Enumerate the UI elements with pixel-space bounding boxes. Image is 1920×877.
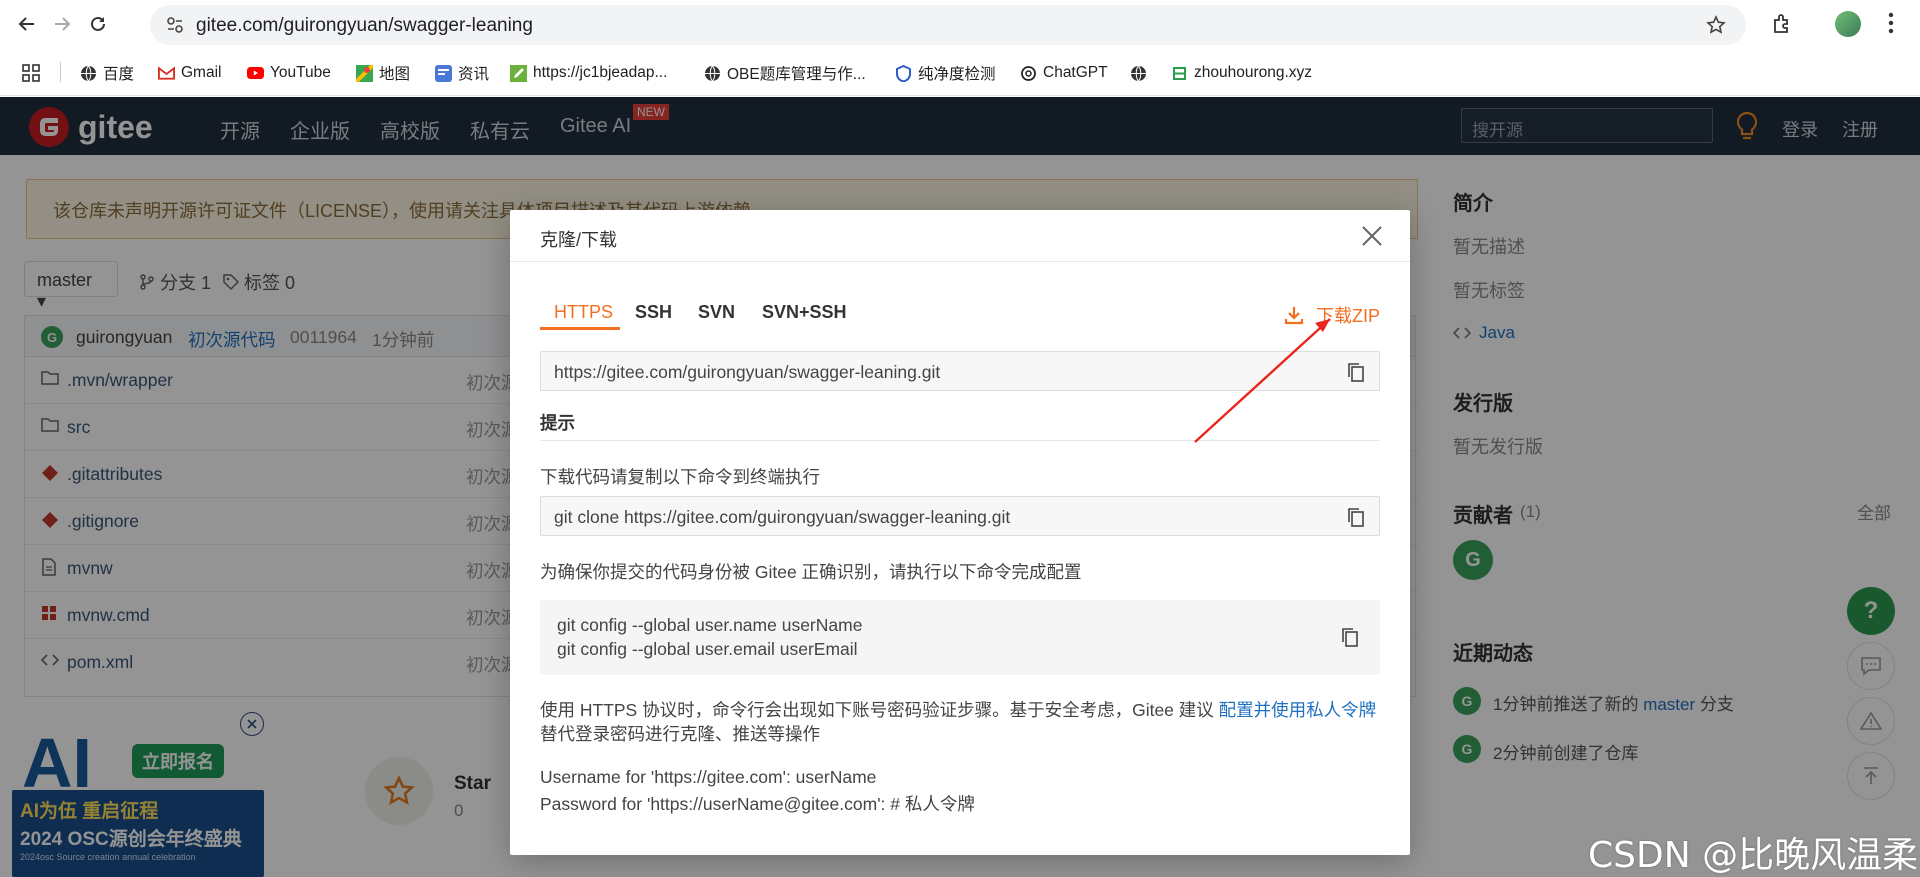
clone-hint: 下载代码请复制以下命令到终端执行 bbox=[540, 467, 820, 487]
config-hint: 为确保你提交的代码身份被 Gitee 正确识别，请执行以下命令完成配置 bbox=[540, 562, 1082, 582]
globe-icon bbox=[704, 65, 721, 82]
tab-https[interactable]: HTTPS bbox=[554, 302, 613, 323]
browser-toolbar: gitee.com/guirongyuan/swagger-leaning bbox=[0, 0, 1920, 48]
maps-icon bbox=[356, 64, 373, 82]
globe-icon bbox=[80, 65, 97, 82]
forward-button[interactable] bbox=[50, 12, 74, 36]
tab-svn[interactable]: SVN bbox=[698, 302, 735, 323]
bookmark-chatgpt[interactable]: ChatGPT bbox=[1020, 62, 1108, 84]
https-note-cont: 替代登录密码进行克隆、推送等操作 bbox=[540, 724, 820, 744]
personal-token-link[interactable]: 配置并使用私人令牌 bbox=[1219, 700, 1377, 720]
site-info-icon[interactable] bbox=[166, 16, 184, 34]
bookmark-zhouhourong[interactable]: zhouhourong.xyz bbox=[1171, 62, 1312, 84]
copy-icon[interactable] bbox=[1346, 506, 1368, 528]
active-tab-indicator bbox=[540, 327, 620, 330]
bookmark-baidu[interactable]: 百度 bbox=[80, 62, 134, 84]
profile-avatar[interactable] bbox=[1835, 11, 1861, 37]
bookmark-purity-check[interactable]: 纯净度检测 bbox=[895, 62, 996, 84]
site-icon bbox=[1171, 65, 1188, 82]
bookmarks-bar: 百度 Gmail YouTube 地图 资讯 https://jc1bjeada… bbox=[0, 48, 1920, 96]
bookmark-news[interactable]: 资讯 bbox=[435, 62, 489, 84]
edit-icon bbox=[510, 64, 527, 82]
bookmark-globe[interactable] bbox=[1130, 62, 1153, 84]
news-icon bbox=[435, 64, 452, 82]
close-icon[interactable] bbox=[1358, 222, 1386, 250]
annotation-arrow-icon bbox=[1194, 318, 1331, 443]
modal-header: 克隆/下载 bbox=[510, 210, 1410, 262]
bookmarks-divider bbox=[60, 62, 61, 82]
tab-ssh[interactable]: SSH bbox=[635, 302, 672, 323]
extensions-icon[interactable] bbox=[1771, 12, 1793, 34]
globe-icon bbox=[1130, 65, 1147, 82]
gitee-page: gitee 开源 企业版 高校版 私有云 Gitee AI NEW 搜开源 登录… bbox=[0, 97, 1920, 877]
url-text: gitee.com/guirongyuan/swagger-leaning bbox=[196, 15, 533, 36]
copy-icon[interactable] bbox=[1346, 361, 1368, 383]
gmail-icon bbox=[158, 65, 175, 82]
username-line: Username for 'https://gitee.com': userNa… bbox=[540, 767, 877, 787]
clone-command-field[interactable]: git clone https://gitee.com/guirongyuan/… bbox=[540, 496, 1380, 536]
csdn-watermark: CSDN @比晚风温柔 bbox=[1588, 835, 1919, 876]
bookmark-gmail[interactable]: Gmail bbox=[158, 62, 221, 84]
chatgpt-icon bbox=[1020, 65, 1037, 82]
bookmark-youtube[interactable]: YouTube bbox=[247, 62, 331, 84]
config-command-field[interactable]: git config --global user.name userName g… bbox=[540, 600, 1380, 675]
reload-button[interactable] bbox=[86, 12, 110, 36]
address-bar[interactable]: gitee.com/guirongyuan/swagger-leaning bbox=[150, 5, 1746, 45]
password-line: Password for 'https://userName@gitee.com… bbox=[540, 794, 975, 814]
bookmark-obe[interactable]: OBE题库管理与作... bbox=[704, 62, 866, 84]
tip-title: 提示 bbox=[540, 413, 575, 433]
youtube-icon bbox=[247, 65, 264, 82]
apps-grid-icon[interactable] bbox=[22, 62, 40, 84]
bookmark-jc1bjeadap[interactable]: https://jc1bjeadap... bbox=[510, 62, 667, 84]
bookmark-star-icon[interactable] bbox=[1706, 15, 1726, 35]
menu-kebab-icon[interactable] bbox=[1888, 12, 1894, 34]
shield-icon bbox=[895, 64, 912, 82]
copy-icon[interactable] bbox=[1340, 626, 1362, 648]
tab-svn-ssh[interactable]: SVN+SSH bbox=[762, 302, 847, 323]
back-button[interactable] bbox=[15, 12, 39, 36]
bookmark-maps[interactable]: 地图 bbox=[356, 62, 410, 84]
modal-title: 克隆/下载 bbox=[540, 230, 618, 250]
https-note: 使用 HTTPS 协议时，命令行会出现如下账号密码验证步骤。基于安全考虑，Git… bbox=[540, 700, 1377, 720]
